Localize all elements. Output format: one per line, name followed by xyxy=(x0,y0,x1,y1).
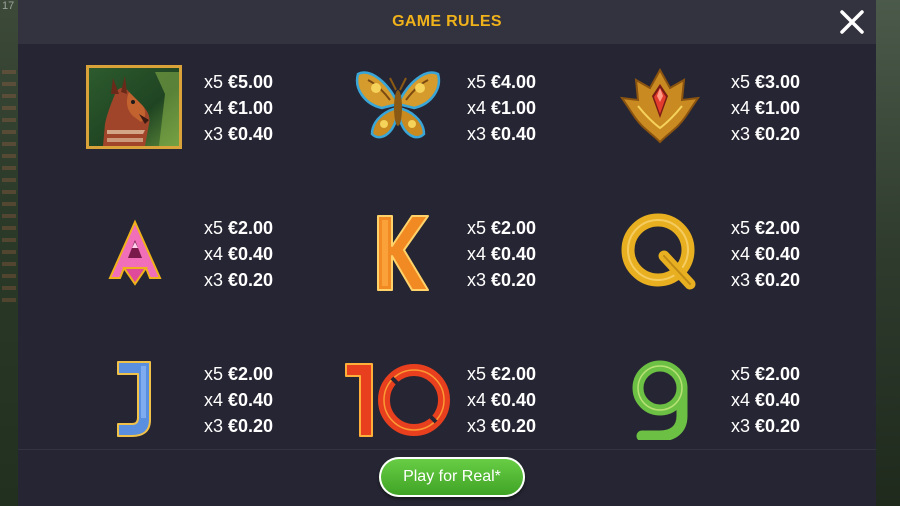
payout-line: x5 €2.00 xyxy=(467,218,537,238)
payout-line: x4 €0.40 xyxy=(204,244,274,264)
number-9-icon xyxy=(628,358,692,440)
payout-line: x3 €0.20 xyxy=(467,270,537,290)
background-corner-text: 17 xyxy=(2,0,15,12)
footer-divider xyxy=(18,449,876,450)
payout-line: x3 €0.20 xyxy=(731,416,801,436)
payout-line: x5 €2.00 xyxy=(731,364,801,384)
play-for-real-button[interactable]: Play for Real* xyxy=(379,457,525,497)
payout-line: x4 €1.00 xyxy=(204,98,274,118)
letter-a-icon xyxy=(102,218,168,288)
close-icon xyxy=(840,10,864,34)
payout-line: x3 €0.20 xyxy=(204,270,274,290)
letter-j-payouts: x5 €2.00 x4 €0.40 x3 €0.20 xyxy=(204,361,273,439)
payout-line: x4 €0.40 xyxy=(731,390,801,410)
background-right-edge xyxy=(876,0,900,506)
letter-a-payouts: x5 €2.00 x4 €0.40 x3 €0.20 xyxy=(204,215,273,293)
letter-q-icon xyxy=(620,212,698,290)
number-10-payouts: x5 €2.00 x4 €0.40 x3 €0.20 xyxy=(467,361,536,439)
payout-line: x5 €4.00 xyxy=(467,72,537,92)
letter-q-payouts: x5 €2.00 x4 €0.40 x3 €0.20 xyxy=(731,215,800,293)
page-title: GAME RULES xyxy=(392,13,502,30)
payout-line: x3 €0.40 xyxy=(204,124,274,144)
payout-line: x4 €1.00 xyxy=(467,98,537,118)
payout-line: x3 €0.20 xyxy=(467,416,537,436)
payout-line: x4 €0.40 xyxy=(467,244,537,264)
payout-line: x3 €0.20 xyxy=(731,124,801,144)
game-rules-panel: GAME RULES x5 €5.00 x4 €1.00 x3 €0.40 x5… xyxy=(18,0,876,506)
panel-header: GAME RULES xyxy=(18,0,876,44)
payout-line: x4 €0.40 xyxy=(467,390,537,410)
payout-line: x5 €2.00 xyxy=(467,364,537,384)
payout-line: x5 €2.00 xyxy=(204,364,274,384)
payout-line: x4 €0.40 xyxy=(731,244,801,264)
letter-k-payouts: x5 €2.00 x4 €0.40 x3 €0.20 xyxy=(467,215,536,293)
payout-line: x3 €0.20 xyxy=(204,416,274,436)
lotus-gem-payouts: x5 €3.00 x4 €1.00 x3 €0.20 xyxy=(731,69,800,147)
payout-line: x5 €2.00 xyxy=(204,218,274,238)
number-9-payouts: x5 €2.00 x4 €0.40 x3 €0.20 xyxy=(731,361,800,439)
payout-line: x3 €0.40 xyxy=(467,124,537,144)
background-side-decoration xyxy=(2,70,16,310)
payout-line: x5 €5.00 xyxy=(204,72,274,92)
payout-line: x4 €1.00 xyxy=(731,98,801,118)
payout-line: x5 €3.00 xyxy=(731,72,801,92)
close-button[interactable] xyxy=(836,6,868,38)
payout-line: x3 €0.20 xyxy=(731,270,801,290)
number-10-icon xyxy=(342,358,454,440)
letter-j-icon xyxy=(112,358,158,440)
okapi-icon xyxy=(85,64,183,150)
payout-line: x4 €0.40 xyxy=(204,390,274,410)
okapi-payouts: x5 €5.00 x4 €1.00 x3 €0.40 xyxy=(204,69,273,147)
payout-line: x5 €2.00 xyxy=(731,218,801,238)
lotus-gem-icon xyxy=(618,66,702,146)
butterfly-payouts: x5 €4.00 x4 €1.00 x3 €0.40 xyxy=(467,69,536,147)
letter-k-icon xyxy=(372,212,432,294)
butterfly-icon xyxy=(352,64,444,148)
